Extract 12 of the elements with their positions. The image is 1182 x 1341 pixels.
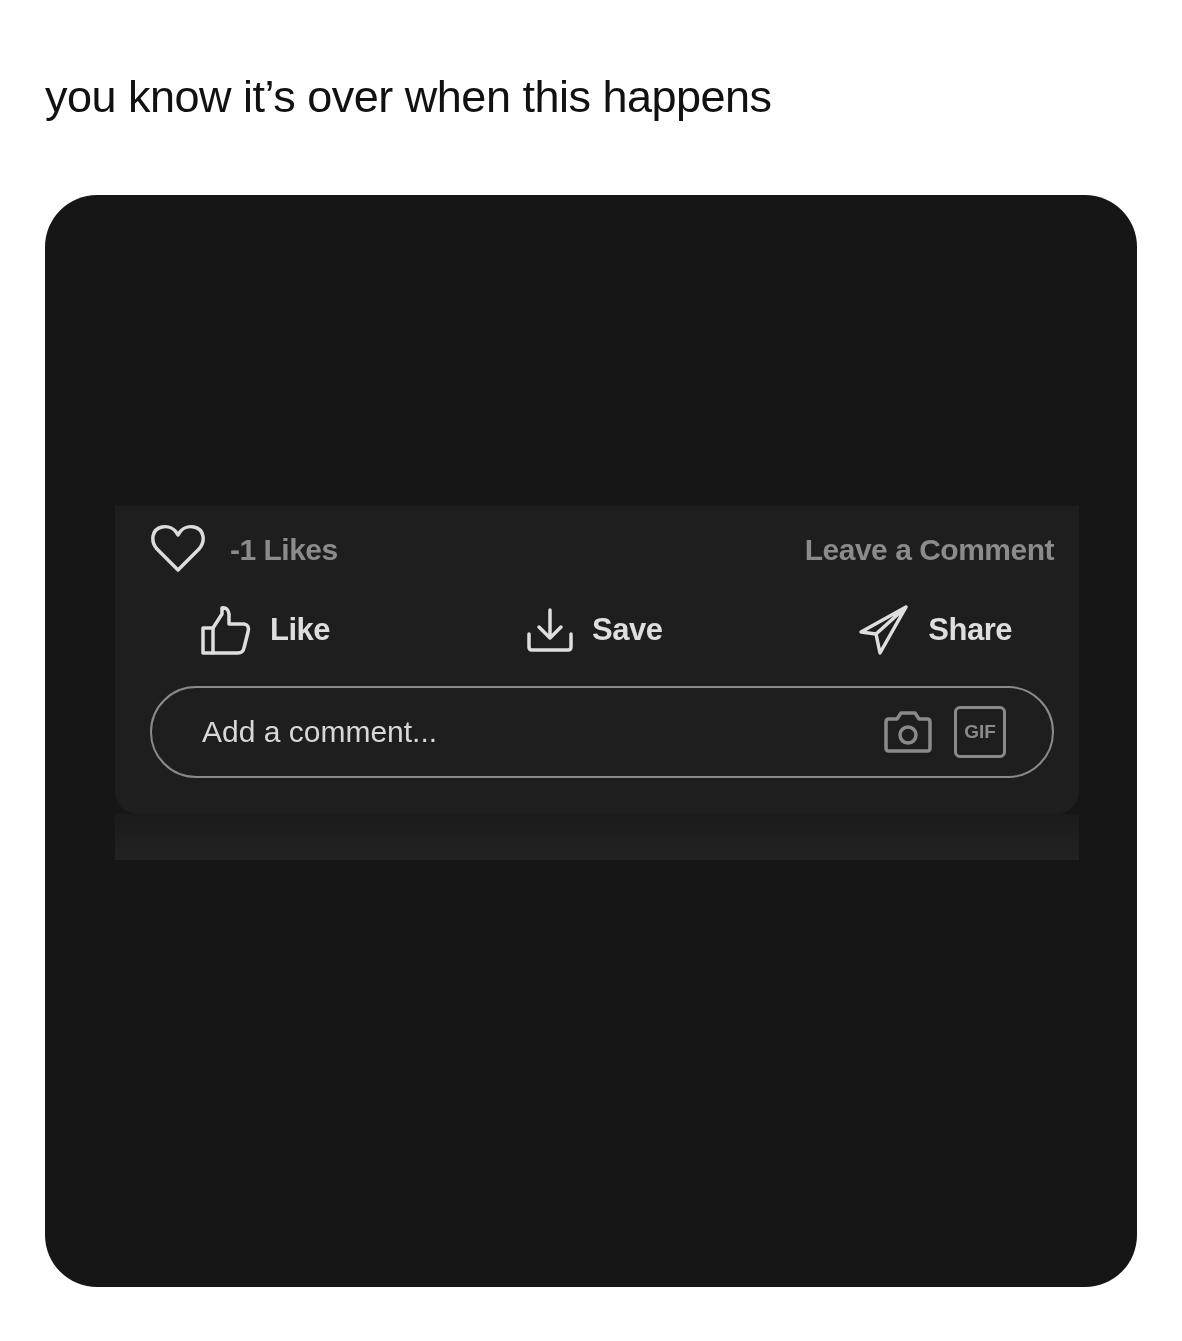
gif-button[interactable]: GIF (954, 706, 1006, 758)
download-icon (525, 607, 574, 653)
caption-text: you know it’s over when this happens (45, 70, 773, 124)
likes-count: -1 Likes (230, 531, 338, 568)
thumbs-up-icon (200, 604, 252, 656)
like-button[interactable]: Like (200, 604, 331, 656)
camera-icon[interactable] (882, 710, 934, 754)
save-button[interactable]: Save (525, 604, 663, 656)
heart-icon[interactable] (150, 524, 206, 574)
paper-plane-icon (858, 604, 911, 656)
leave-comment-link[interactable]: Leave a Comment (804, 526, 1054, 572)
share-button[interactable]: Share (858, 604, 1012, 656)
